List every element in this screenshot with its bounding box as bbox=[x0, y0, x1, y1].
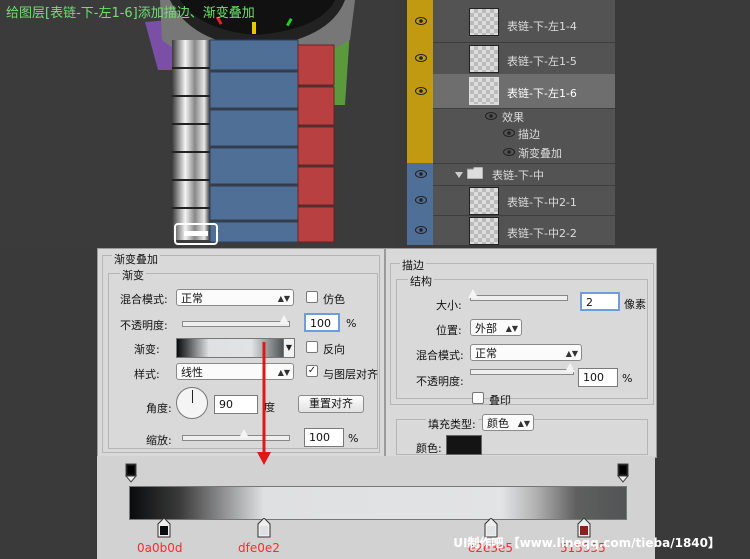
layer-row[interactable]: 表链-下-左1-5 bbox=[407, 42, 615, 75]
opacity-slider[interactable] bbox=[182, 321, 290, 327]
style-select[interactable]: 线性 ▲▼ bbox=[176, 363, 294, 380]
color-stop-2[interactable] bbox=[257, 517, 271, 541]
eye-icon[interactable] bbox=[415, 226, 427, 234]
color-label: 颜色: bbox=[416, 442, 442, 455]
percent-label: % bbox=[346, 317, 357, 330]
overprint-label: 叠印 bbox=[489, 394, 511, 407]
layer-group-row[interactable]: 表链-下-中 bbox=[407, 163, 615, 186]
layer-name: 表链-下-中 bbox=[492, 169, 544, 182]
annotation-arrow bbox=[256, 342, 272, 469]
opacity-stop-left[interactable] bbox=[124, 463, 138, 486]
layer-row[interactable]: 表链-下-左1-4 bbox=[407, 0, 615, 43]
dither-label: 仿色 bbox=[323, 293, 345, 306]
opacity-stop-right[interactable] bbox=[616, 463, 630, 486]
layers-panel: 表链-下-左1-4 表链-下-左1-5 表链-下-左1-6 效果 描边 渐变叠加… bbox=[407, 0, 615, 245]
size-input[interactable]: 2 bbox=[580, 292, 620, 311]
color-stop-1-label: 0a0b0d bbox=[137, 541, 183, 555]
layer-thumbnail bbox=[469, 187, 499, 215]
opacity-input[interactable]: 100 bbox=[304, 313, 340, 332]
opacity-slider-knob[interactable] bbox=[279, 315, 289, 324]
align-label: 与图层对齐 bbox=[323, 368, 378, 381]
effect-stroke[interactable]: 描边 bbox=[518, 126, 540, 142]
angle-label: 角度: bbox=[146, 402, 172, 415]
blend-mode-select[interactable]: 正常 ▲▼ bbox=[470, 344, 582, 361]
fill-type-select[interactable]: 颜色 ▲▼ bbox=[482, 414, 534, 431]
color-stop-2-label: dfe0e2 bbox=[238, 541, 280, 555]
reverse-checkbox[interactable] bbox=[306, 341, 318, 353]
tutorial-caption: 给图层[表链-下-左1-6]添加描边、渐变叠加 bbox=[6, 6, 255, 21]
effects-label: 效果 bbox=[502, 111, 524, 124]
blend-mode-label: 混合模式: bbox=[120, 293, 168, 306]
gradient-overlay-dialog: 渐变叠加 渐变 混合模式: 正常 ▲▼ 仿色 不透明度: 100 % 渐变: ▼ … bbox=[97, 248, 385, 458]
blend-mode-label: 混合模式: bbox=[416, 349, 464, 362]
layer-row[interactable]: 表链-下-中2-2 bbox=[407, 215, 615, 245]
stroke-color-swatch[interactable] bbox=[446, 435, 482, 455]
reset-align-button[interactable]: 重置对齐 bbox=[298, 395, 364, 413]
scale-slider[interactable] bbox=[182, 435, 290, 441]
effect-gradient-overlay[interactable]: 渐变叠加 bbox=[518, 145, 562, 161]
group-title: 结构 bbox=[408, 273, 434, 289]
watch-preview bbox=[0, 0, 395, 248]
color-stop-1[interactable] bbox=[157, 517, 171, 541]
dialog-title: 描边 bbox=[400, 257, 426, 273]
angle-dial[interactable] bbox=[176, 387, 208, 419]
layer-row-selected[interactable]: 表链-下-左1-6 bbox=[407, 74, 615, 109]
opacity-label: 不透明度: bbox=[120, 319, 168, 332]
gradient-dropdown-icon[interactable]: ▼ bbox=[283, 338, 295, 358]
eye-icon[interactable] bbox=[485, 112, 497, 120]
scale-input[interactable]: 100 bbox=[304, 428, 344, 447]
gradient-bar[interactable] bbox=[129, 486, 627, 520]
pixel-unit-label: 像素 bbox=[624, 298, 646, 311]
position-select[interactable]: 外部 ▲▼ bbox=[470, 319, 522, 336]
layer-name: 表链-下-中2-2 bbox=[507, 227, 577, 240]
gradient-label: 渐变: bbox=[134, 343, 160, 356]
percent-label: % bbox=[622, 372, 633, 385]
watch-illustration bbox=[145, 0, 355, 245]
eye-icon[interactable] bbox=[415, 196, 427, 204]
percent-label: % bbox=[348, 432, 359, 445]
watermark: UI制作吧 【www.lineqq.com/tieba/1840】 bbox=[453, 536, 720, 550]
opacity-slider-knob[interactable] bbox=[565, 363, 575, 372]
eye-icon[interactable] bbox=[503, 148, 515, 156]
disclosure-triangle-icon[interactable] bbox=[455, 169, 463, 182]
layer-effects: 效果 描边 渐变叠加 bbox=[407, 108, 615, 164]
fill-type-label: 填充类型: bbox=[426, 416, 478, 432]
opacity-label: 不透明度: bbox=[416, 375, 464, 388]
layer-thumbnail bbox=[469, 77, 499, 105]
opacity-input[interactable]: 100 bbox=[578, 368, 618, 387]
eye-icon[interactable] bbox=[415, 87, 427, 95]
scale-slider-knob[interactable] bbox=[239, 429, 249, 438]
opacity-slider[interactable] bbox=[470, 369, 574, 375]
layer-name: 表链-下-左1-5 bbox=[507, 55, 577, 68]
eye-icon[interactable] bbox=[415, 170, 427, 178]
eye-icon[interactable] bbox=[503, 129, 515, 137]
scale-label: 缩放: bbox=[146, 434, 172, 447]
eye-icon[interactable] bbox=[415, 17, 427, 25]
dialog-title: 渐变叠加 bbox=[112, 251, 160, 267]
stroke-dialog: 描边 结构 大小: 2 像素 位置: 外部 ▲▼ 混合模式: 正常 ▲▼ 不透明度:… bbox=[385, 248, 657, 458]
size-label: 大小: bbox=[436, 299, 462, 312]
layer-name: 表链-下-左1-6 bbox=[507, 87, 577, 100]
style-label: 样式: bbox=[134, 368, 160, 381]
layer-name: 表链-下-中2-1 bbox=[507, 196, 577, 209]
size-slider-knob[interactable] bbox=[468, 289, 478, 298]
position-label: 位置: bbox=[436, 324, 462, 337]
size-slider[interactable] bbox=[470, 295, 568, 301]
layer-row[interactable]: 表链-下-中2-1 bbox=[407, 185, 615, 216]
group-title: 渐变 bbox=[120, 267, 146, 283]
dither-checkbox[interactable] bbox=[306, 291, 318, 303]
layer-thumbnail bbox=[469, 217, 499, 245]
align-checkbox[interactable]: ✓ bbox=[306, 365, 318, 377]
overprint-checkbox[interactable] bbox=[472, 392, 484, 404]
blend-mode-select[interactable]: 正常 ▲▼ bbox=[176, 289, 294, 306]
layer-thumbnail bbox=[469, 8, 499, 36]
layer-thumbnail bbox=[469, 45, 499, 73]
reverse-label: 反向 bbox=[323, 343, 345, 356]
angle-input[interactable]: 90 bbox=[214, 395, 258, 414]
folder-icon bbox=[466, 166, 484, 182]
layer-name: 表链-下-左1-4 bbox=[507, 20, 577, 33]
eye-icon[interactable] bbox=[415, 54, 427, 62]
